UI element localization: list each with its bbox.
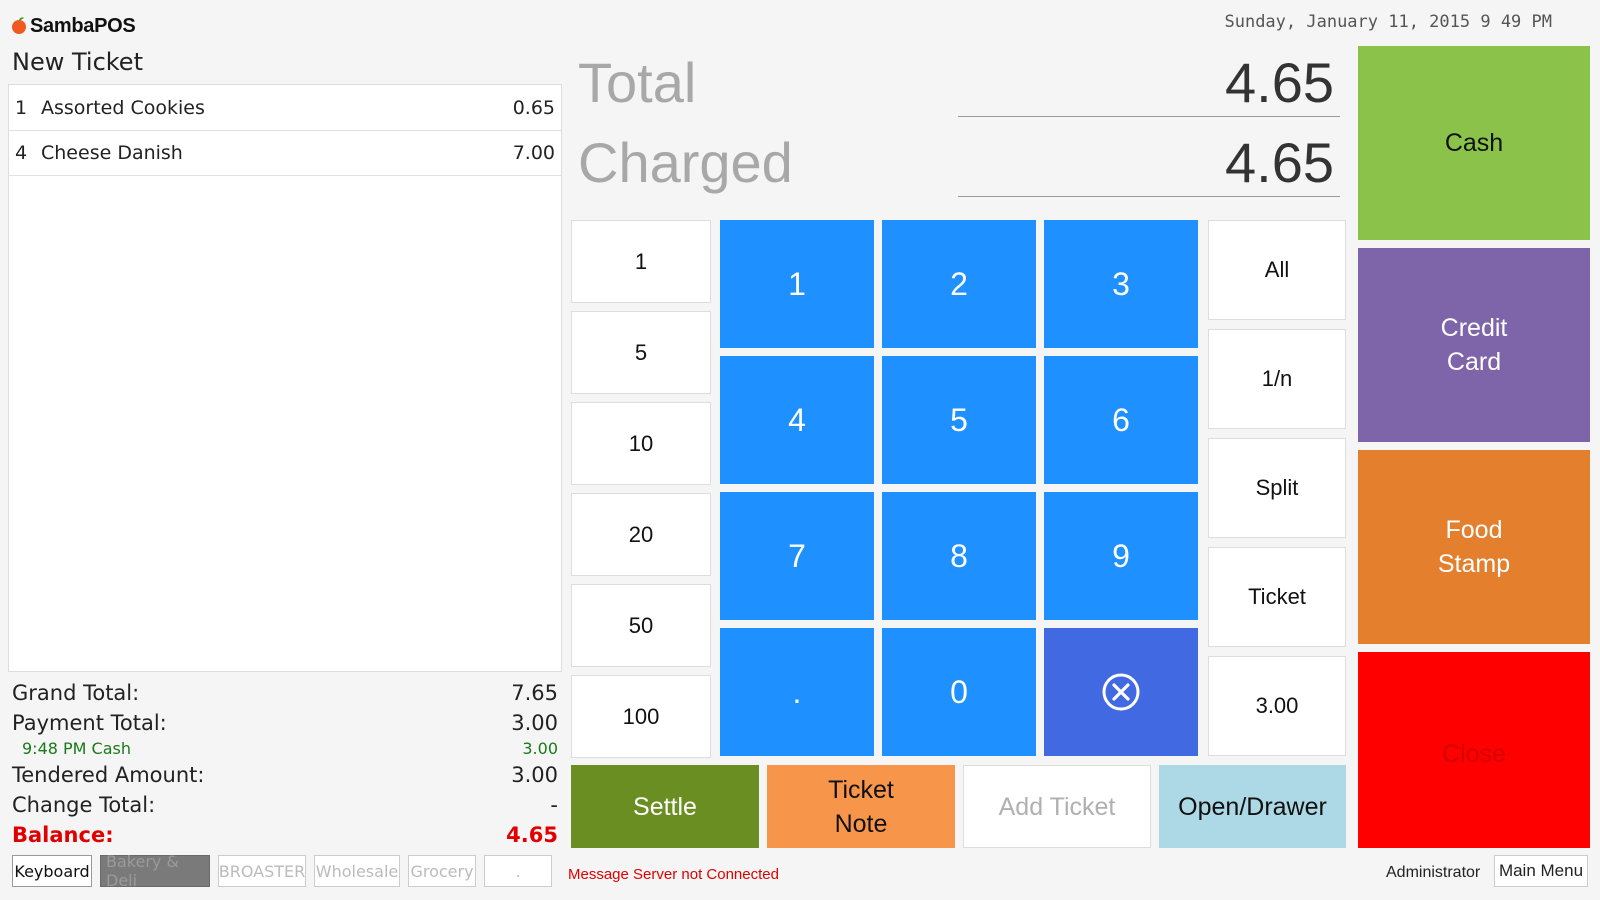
payment-total-value: 3.00	[511, 711, 558, 735]
tab-bakery-deli[interactable]: Bakery & Deli	[100, 852, 210, 890]
quick-amount-10-button[interactable]: 10	[571, 402, 711, 485]
change-value: -	[550, 793, 558, 817]
quick-amount-50-button[interactable]: 50	[571, 584, 711, 667]
order-row[interactable]: 4 Cheese Danish 7.00	[9, 130, 561, 176]
split-button[interactable]: Split	[1208, 438, 1346, 538]
split-ticket-button[interactable]: Ticket	[1208, 547, 1346, 647]
order-list[interactable]: 1 Assorted Cookies 0.65 4 Cheese Danish …	[8, 84, 562, 672]
payment-line-row: 9:48 PM Cash 3.00	[12, 738, 558, 760]
current-user: Administrator	[1386, 864, 1481, 881]
message-status: Message Server not Connected	[568, 866, 779, 883]
payment-total-label: Payment Total:	[12, 711, 167, 735]
tendered-value: 3.00	[511, 763, 558, 787]
samba-logo-icon	[12, 17, 26, 34]
tab-keyboard[interactable]: Keyboard	[12, 855, 92, 887]
payment-line-label: 9:48 PM Cash	[22, 739, 132, 758]
order-qty: 1	[15, 96, 28, 119]
category-tabbar: Keyboard Bakery & Deli BROASTER Wholesal…	[12, 852, 552, 890]
tab-wholesale[interactable]: Wholesale	[314, 855, 400, 887]
split-1-n-button[interactable]: 1/n	[1208, 329, 1346, 429]
numpad-0-button[interactable]: 0	[882, 628, 1036, 756]
total-underline	[958, 116, 1340, 117]
app-name: SambaPOS	[30, 14, 136, 37]
app-logo: SambaPOS	[10, 10, 136, 42]
totals-panel: Grand Total: 7.65 Payment Total: 3.00 9:…	[12, 678, 558, 850]
numpad-9-button[interactable]: 9	[1044, 492, 1198, 620]
order-qty: 4	[15, 141, 28, 164]
charged-value[interactable]: 4.65	[1225, 135, 1334, 191]
settle-button[interactable]: Settle	[571, 765, 759, 848]
balance-row: Balance: 4.65	[12, 820, 558, 850]
payment-line-value: 3.00	[522, 739, 558, 758]
change-label: Change Total:	[12, 793, 156, 817]
tab-broaster[interactable]: BROASTER	[218, 855, 306, 887]
tab-grocery[interactable]: Grocery	[408, 855, 476, 887]
split-amount-button[interactable]: 3.00	[1208, 656, 1346, 756]
numpad-clear-button[interactable]	[1044, 628, 1198, 756]
order-name: Assorted Cookies	[41, 96, 205, 119]
grand-total-row: Grand Total: 7.65	[12, 678, 558, 708]
open-drawer-button[interactable]: Open/Drawer	[1159, 765, 1346, 848]
balance-value: 4.65	[506, 823, 558, 847]
datetime-display: Sunday, January 11, 2015 9 49 PM	[1224, 12, 1552, 32]
order-row[interactable]: 1 Assorted Cookies 0.65	[9, 85, 561, 131]
quick-amount-5-button[interactable]: 5	[571, 311, 711, 394]
quick-amount-1-button[interactable]: 1	[571, 220, 711, 303]
numpad-7-button[interactable]: 7	[720, 492, 874, 620]
numpad-1-button[interactable]: 1	[720, 220, 874, 348]
split-all-button[interactable]: All	[1208, 220, 1346, 320]
grand-total-value: 7.65	[511, 681, 558, 705]
tendered-label: Tendered Amount:	[12, 763, 205, 787]
clear-circle-icon	[1102, 673, 1140, 711]
tab-more[interactable]: .	[484, 855, 552, 887]
quick-amount-20-button[interactable]: 20	[571, 493, 711, 576]
order-name: Cheese Danish	[41, 141, 183, 164]
ticket-title: New Ticket	[12, 48, 143, 76]
ticket-note-button[interactable]: Ticket Note	[767, 765, 955, 848]
payment-total-row: Payment Total: 3.00	[12, 708, 558, 738]
numpad-4-button[interactable]: 4	[720, 356, 874, 484]
add-ticket-button[interactable]: Add Ticket	[963, 765, 1151, 848]
main-menu-button[interactable]: Main Menu	[1494, 855, 1588, 887]
balance-label: Balance:	[12, 823, 114, 847]
numpad-3-button[interactable]: 3	[1044, 220, 1198, 348]
numpad-5-button[interactable]: 5	[882, 356, 1036, 484]
food-stamp-button[interactable]: Food Stamp	[1358, 450, 1590, 644]
charged-underline	[958, 196, 1340, 197]
total-label: Total	[578, 51, 697, 114]
quick-amount-100-button[interactable]: 100	[571, 675, 711, 758]
cash-button[interactable]: Cash	[1358, 46, 1590, 240]
numpad-6-button[interactable]: 6	[1044, 356, 1198, 484]
change-row: Change Total: -	[12, 790, 558, 820]
numpad-2-button[interactable]: 2	[882, 220, 1036, 348]
tendered-row: Tendered Amount: 3.00	[12, 760, 558, 790]
numpad-8-button[interactable]: 8	[882, 492, 1036, 620]
credit-card-button[interactable]: Credit Card	[1358, 248, 1590, 442]
order-price: 7.00	[512, 141, 555, 164]
numpad-decimal-button[interactable]: .	[720, 628, 874, 756]
order-price: 0.65	[512, 96, 555, 119]
total-value: 4.65	[1225, 51, 1334, 114]
charged-label: Charged	[578, 131, 793, 194]
close-button[interactable]: Close	[1358, 652, 1590, 848]
grand-total-label: Grand Total:	[12, 681, 140, 705]
